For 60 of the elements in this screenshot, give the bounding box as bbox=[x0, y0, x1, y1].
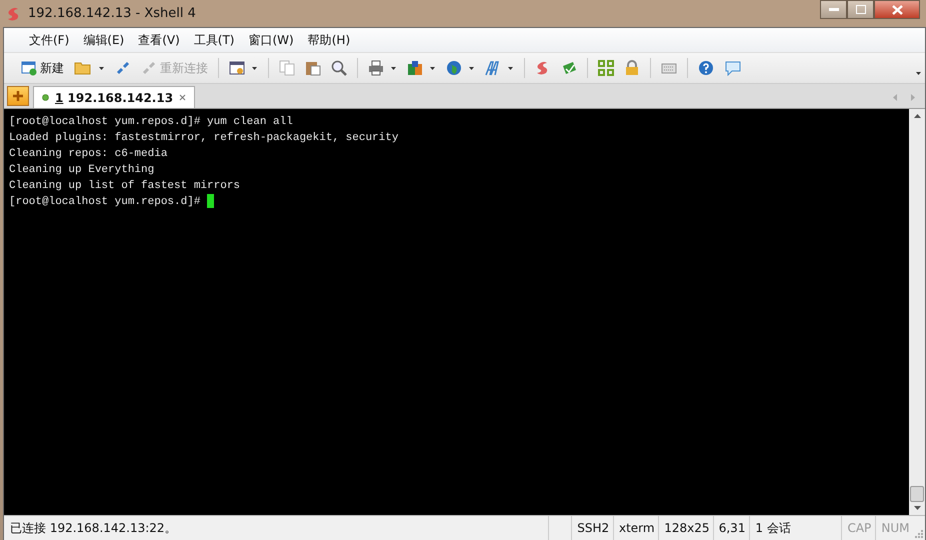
file-transfer-icon[interactable] bbox=[561, 60, 577, 76]
speech-bubble-icon[interactable] bbox=[724, 60, 742, 76]
scroll-up-icon[interactable] bbox=[914, 114, 920, 118]
lock-icon[interactable] bbox=[624, 60, 640, 76]
globe-icon[interactable] bbox=[446, 60, 462, 76]
paste-icon[interactable] bbox=[305, 60, 321, 76]
plus-icon bbox=[13, 91, 23, 101]
close-icon[interactable] bbox=[179, 94, 186, 101]
dropdown-arrow-icon[interactable] bbox=[430, 66, 435, 70]
session-tab[interactable]: 1 192.168.142.13 bbox=[33, 86, 196, 108]
terminal-line: [root@localhost yum.repos.d]# yum clean all bbox=[9, 115, 294, 130]
properties-icon[interactable] bbox=[229, 60, 245, 76]
menu-item[interactable]: 查看(V) bbox=[131, 32, 187, 48]
minimize-icon bbox=[828, 8, 838, 12]
scroll-thumb[interactable] bbox=[910, 486, 924, 502]
terminal-line: [root@localhost yum.repos.d]# bbox=[9, 194, 909, 210]
menu-item[interactable]: 工具(T) bbox=[186, 32, 242, 48]
close-button[interactable] bbox=[874, 0, 920, 19]
maximize-icon bbox=[856, 5, 866, 14]
status-field: SSH2 bbox=[571, 516, 613, 540]
font-icon[interactable] bbox=[485, 60, 501, 76]
status-field: 1 会话 bbox=[749, 516, 794, 540]
terminal-line: Loaded plugins: fastestmirror, refresh-packagekit, security bbox=[9, 131, 400, 146]
printer-icon[interactable] bbox=[368, 60, 384, 76]
status-field: 6,31 bbox=[712, 516, 750, 540]
link-icon[interactable] bbox=[115, 60, 131, 76]
dropdown-arrow-icon[interactable] bbox=[99, 66, 104, 70]
menu-item[interactable]: 窗口(W) bbox=[242, 32, 301, 48]
resize-grip-icon[interactable] bbox=[913, 528, 924, 538]
transfer-icon[interactable] bbox=[407, 60, 423, 76]
menu-item[interactable]: 编辑(E) bbox=[76, 32, 132, 48]
scrollbar[interactable] bbox=[909, 109, 925, 515]
dropdown-arrow-icon[interactable] bbox=[508, 66, 513, 70]
terminal-line: Cleaning up Everything bbox=[9, 163, 156, 178]
new-window-icon bbox=[21, 60, 37, 76]
dropdown-arrow-icon[interactable] bbox=[391, 66, 396, 70]
dropdown-arrow-icon[interactable] bbox=[252, 66, 257, 70]
folder-icon[interactable] bbox=[74, 61, 92, 75]
menu-item[interactable]: 文件(F) bbox=[22, 32, 76, 48]
terminal-line: Cleaning repos: c6-media bbox=[9, 147, 168, 162]
key-indicator: NUM bbox=[875, 516, 914, 540]
fullscreen-icon[interactable] bbox=[598, 60, 614, 76]
toolbar-button[interactable]: 新建 bbox=[18, 58, 67, 78]
scroll-down-icon[interactable] bbox=[914, 506, 920, 510]
minimize-button[interactable] bbox=[820, 0, 847, 19]
status-field: 128x25 bbox=[658, 516, 713, 540]
maximize-button[interactable] bbox=[847, 0, 874, 19]
search-icon[interactable] bbox=[331, 60, 347, 76]
menu-item[interactable]: 帮助(H) bbox=[300, 32, 358, 48]
status-field: xterm bbox=[612, 516, 658, 540]
new-tab-button[interactable] bbox=[7, 86, 29, 106]
link-icon bbox=[141, 60, 157, 76]
window-title: 192.168.142.13 - Xshell 4 bbox=[28, 6, 196, 21]
key-indicator: CAP bbox=[841, 516, 876, 540]
dropdown-arrow-icon[interactable] bbox=[916, 72, 921, 74]
dropdown-arrow-icon[interactable] bbox=[469, 66, 474, 70]
terminal-line: Cleaning up list of fastest mirrors bbox=[9, 179, 242, 194]
status-message: 已连接 192.168.142.13:22。 bbox=[9, 520, 178, 536]
close-icon bbox=[892, 4, 902, 14]
help-icon[interactable] bbox=[698, 60, 714, 76]
